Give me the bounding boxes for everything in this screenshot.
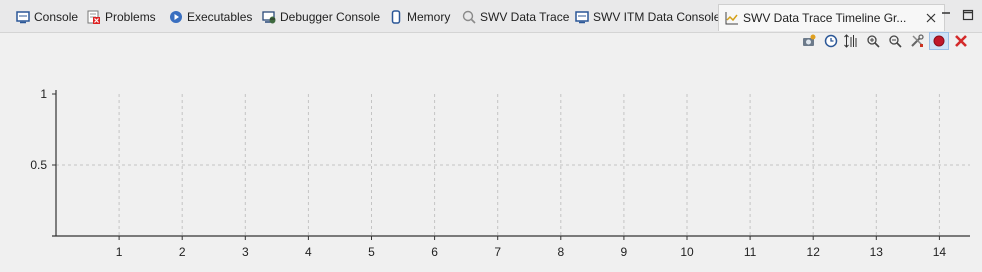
- tools-icon[interactable]: [910, 34, 924, 48]
- record-icon: [933, 35, 945, 47]
- snapshot-icon[interactable]: [802, 34, 816, 48]
- zoom-out-icon[interactable]: [888, 34, 902, 48]
- view-tab-bar: Console Problems Executables Debugger Co…: [0, 0, 982, 33]
- tab-console[interactable]: Console: [16, 6, 78, 28]
- x-tick-label: 6: [431, 245, 438, 259]
- problems-icon: [87, 10, 100, 24]
- x-tick-label: 3: [242, 245, 249, 259]
- y-tick-label: 1: [40, 87, 47, 101]
- x-tick-label: 4: [305, 245, 312, 259]
- tab-executables[interactable]: Executables: [169, 6, 252, 28]
- search-icon: [462, 10, 476, 24]
- tab-label: Memory: [407, 10, 451, 24]
- tab-swv-itm-data-console[interactable]: SWV ITM Data Console: [575, 6, 720, 28]
- x-tick-label: 8: [557, 245, 564, 259]
- memory-icon: [391, 10, 401, 24]
- tab-swv-data-trace-timeline-graph[interactable]: SWV Data Trace Timeline Gr...: [718, 4, 946, 31]
- x-tick-label: 11: [744, 245, 757, 259]
- tab-swv-data-trace[interactable]: SWV Data Trace: [462, 6, 569, 28]
- timeline-graph-icon: [725, 12, 738, 25]
- zoom-in-icon[interactable]: [866, 34, 880, 48]
- close-icon[interactable]: [924, 11, 938, 25]
- tab-problems[interactable]: Problems: [87, 6, 156, 28]
- close-red-icon[interactable]: [954, 34, 968, 48]
- x-tick-label: 2: [179, 245, 186, 259]
- tab-label: Debugger Console: [280, 10, 381, 24]
- tab-debugger-console[interactable]: Debugger Console: [262, 6, 380, 28]
- tab-label: SWV Data Trace Timeline Gr...: [743, 11, 907, 25]
- x-tick-label: 10: [680, 245, 694, 259]
- console-icon: [16, 11, 30, 24]
- tab-label: Problems: [105, 10, 156, 24]
- timeline-graph[interactable]: 1 2 3 4 5 6 7 8 9 10 11 12 13 140.51: [0, 52, 982, 272]
- tab-label: SWV Data Trace: [480, 10, 570, 24]
- scale-icon[interactable]: [844, 34, 858, 48]
- x-tick-label: 5: [368, 245, 375, 259]
- x-tick-label: 1: [116, 245, 123, 259]
- y-tick-label: 0.5: [30, 158, 47, 172]
- tab-memory[interactable]: Memory: [389, 6, 450, 28]
- debugger-console-icon: [262, 11, 276, 24]
- x-tick-label: 9: [621, 245, 628, 259]
- record-toggle[interactable]: [929, 32, 949, 50]
- executables-icon: [170, 11, 182, 23]
- x-tick-label: 7: [494, 245, 501, 259]
- clock-icon[interactable]: [824, 34, 838, 48]
- minimize-icon[interactable]: [940, 9, 952, 21]
- view-toolbar: [782, 32, 982, 50]
- x-tick-label: 12: [807, 245, 821, 259]
- tab-label: SWV ITM Data Console: [593, 10, 721, 24]
- maximize-icon[interactable]: [962, 9, 974, 21]
- x-tick-label: 13: [870, 245, 884, 259]
- tab-label: Console: [34, 10, 79, 24]
- console-icon: [575, 11, 589, 24]
- tab-label: Executables: [187, 10, 253, 24]
- x-tick-label: 14: [933, 245, 947, 259]
